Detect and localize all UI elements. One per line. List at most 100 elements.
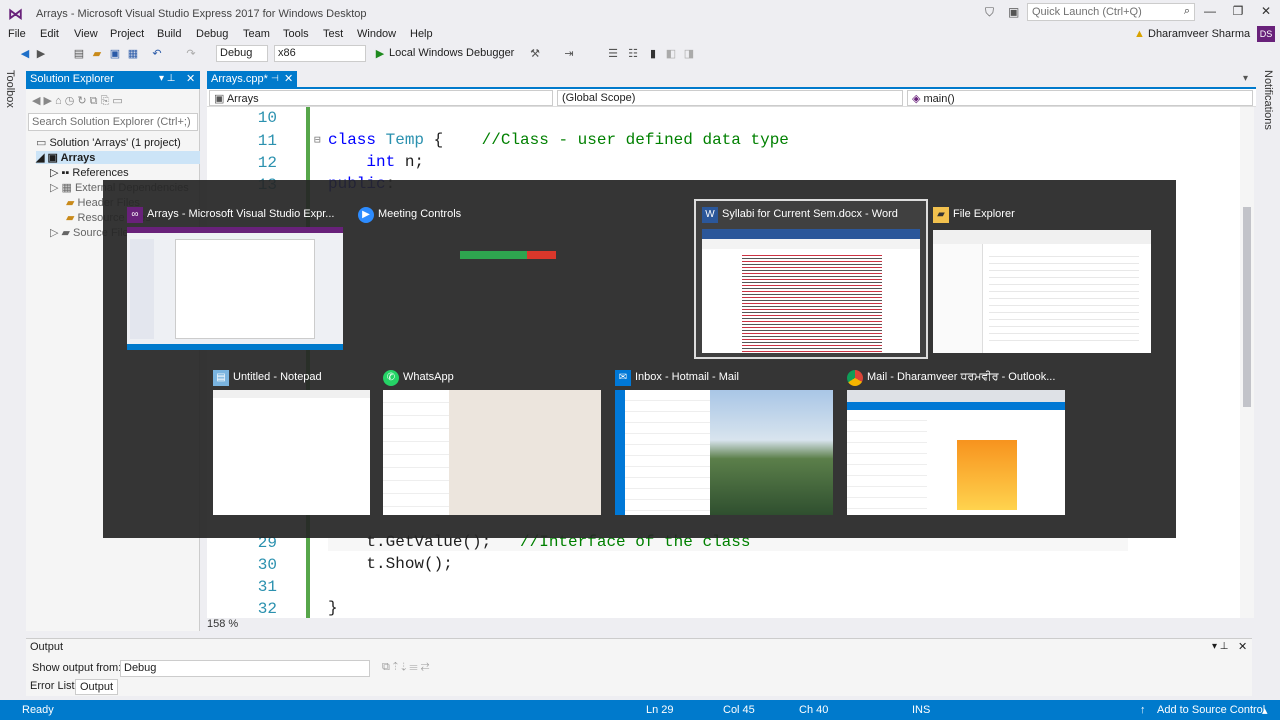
start-debugger-button[interactable]: Local Windows Debugger	[389, 47, 514, 59]
new-project-icon[interactable]: ▤	[72, 47, 86, 61]
next-bookmark-icon[interactable]: ◨	[682, 47, 696, 61]
line-number: 10	[257, 109, 277, 127]
menu-build[interactable]: Build	[157, 28, 181, 40]
bookmark-icon[interactable]: ▮	[646, 47, 660, 61]
menu-edit[interactable]: Edit	[40, 28, 59, 40]
line-number: 11	[257, 132, 277, 150]
tab-error-list[interactable]: Error List	[26, 679, 79, 695]
menu-view[interactable]: View	[74, 28, 98, 40]
switcher-item-file-explorer[interactable]: ▰ File Explorer	[931, 205, 1151, 355]
folder-icon: ▰	[933, 207, 949, 223]
code-line-11: class Temp { //Class - user defined data…	[328, 131, 789, 149]
user-name[interactable]: Dharamveer Sharma	[1148, 28, 1250, 40]
char-indicator: Ch 40	[799, 704, 829, 716]
source-control-button[interactable]: Add to Source Control	[1157, 704, 1265, 716]
close-panel-icon[interactable]: ✕	[186, 72, 195, 85]
warning-icon[interactable]: ▲	[1134, 28, 1145, 40]
tree-project[interactable]: ◢ ▣ Arrays	[36, 151, 200, 164]
back-icon[interactable]: ◀	[18, 47, 32, 61]
output-source-label: Show output from:	[32, 662, 122, 674]
comment-icon[interactable]: ☰	[606, 47, 620, 61]
code-line-32: }	[328, 599, 338, 617]
menu-team[interactable]: Team	[243, 28, 270, 40]
tree-references[interactable]: ▷ ▪▪ References	[50, 166, 129, 179]
project-dropdown[interactable]: ▣ Arrays	[209, 90, 553, 106]
open-file-icon[interactable]: ▰	[90, 47, 104, 61]
menu-file[interactable]: File	[8, 28, 26, 40]
toolbar-tool-icon[interactable]: ⚒	[528, 47, 542, 61]
menu-help[interactable]: Help	[410, 28, 433, 40]
meeting-controls-thumbnail	[460, 251, 556, 259]
maximize-button[interactable]: ❐	[1227, 4, 1249, 20]
output-toolbar-icons[interactable]: ⧉ ⇡ ⇣ ☰ ⇄	[382, 661, 429, 674]
pin-icon[interactable]: ▾ ⊥	[159, 73, 176, 84]
switcher-item-outlook-chrome[interactable]: Mail - Dharamveer ਧਰਮਵੀਰ - Outlook...	[845, 368, 1065, 518]
output-title: Output	[30, 641, 64, 653]
task-switcher: ∞ Arrays - Microsoft Visual Studio Expr.…	[103, 180, 1176, 538]
menu-bar: File Edit View Project Build Debug Team …	[0, 26, 1280, 44]
member-dropdown[interactable]: ◈ main()	[907, 90, 1253, 106]
mail-thumbnail	[615, 390, 833, 515]
menu-debug[interactable]: Debug	[196, 28, 228, 40]
mail-icon: ✉	[615, 370, 631, 386]
switcher-item-mail[interactable]: ✉ Inbox - Hotmail - Mail	[613, 368, 833, 518]
tab-overflow-icon[interactable]: ▾	[1243, 73, 1248, 84]
platform-select[interactable]: x86	[274, 45, 366, 62]
notepad-icon: ▤	[213, 370, 229, 386]
line-number: 12	[257, 154, 277, 172]
scrollbar-thumb[interactable]	[1243, 207, 1251, 407]
visual-studio-icon: ∞	[127, 207, 143, 223]
switcher-item-visual-studio[interactable]: ∞ Arrays - Microsoft Visual Studio Expr.…	[125, 205, 345, 355]
menu-tools[interactable]: Tools	[283, 28, 309, 40]
scope-dropdown[interactable]: (Global Scope)	[557, 90, 903, 106]
switcher-item-word[interactable]: W Syllabi for Current Sem.docx - Word	[694, 199, 928, 359]
bottom-tabs: Error List Output	[26, 678, 326, 696]
upload-icon[interactable]: ↑	[1140, 704, 1146, 716]
avatar[interactable]: DS	[1257, 26, 1275, 42]
solution-search-input[interactable]: Search Solution Explorer (Ctrl+;)	[28, 113, 198, 131]
menu-window[interactable]: Window	[357, 28, 396, 40]
toolbox-rail[interactable]: Toolbox	[0, 66, 24, 636]
close-button[interactable]: ✕	[1255, 4, 1277, 20]
step-icon[interactable]: ⇥	[562, 47, 576, 61]
close-tab-icon[interactable]: ✕	[284, 72, 293, 85]
menu-test[interactable]: Test	[323, 28, 343, 40]
redo-icon[interactable]: ↷	[184, 47, 198, 61]
output-source-select[interactable]: Debug	[120, 660, 370, 677]
solution-toolbar-icons[interactable]: ◀ ▶ ⌂ ◷ ↻ ⧉ ⎘ ▭	[32, 94, 123, 108]
save-icon[interactable]: ▣	[108, 47, 122, 61]
configuration-select[interactable]: Debug	[216, 45, 268, 62]
chrome-icon	[847, 370, 863, 386]
feedback-icon[interactable]: ▣	[1008, 5, 1019, 19]
search-icon: ⌕	[1183, 5, 1190, 17]
filter-icon[interactable]: ⛉	[985, 5, 994, 20]
uncomment-icon[interactable]: ☷	[626, 47, 640, 61]
minimize-button[interactable]: —	[1199, 4, 1221, 20]
switcher-item-meeting-controls[interactable]: ▶ Meeting Controls	[356, 205, 576, 265]
switcher-item-whatsapp[interactable]: ✆ WhatsApp	[381, 368, 601, 518]
pin-tab-icon[interactable]: ⊣	[271, 73, 279, 84]
notepad-thumbnail	[213, 390, 370, 515]
undo-icon[interactable]: ↶	[150, 47, 164, 61]
tree-solution[interactable]: ▭ Solution 'Arrays' (1 project)	[36, 136, 181, 149]
title-bar: ⋈ Arrays - Microsoft Visual Studio Expre…	[0, 0, 1280, 26]
toolbar: ◀ ▶ ▤ ▰ ▣ ▦ ↶ ↷ Debug x86 ▶ Local Window…	[0, 44, 1280, 64]
save-all-icon[interactable]: ▦	[126, 47, 140, 61]
menu-project[interactable]: Project	[110, 28, 144, 40]
insert-mode-indicator: INS	[912, 704, 931, 716]
forward-icon[interactable]: ▶	[34, 47, 48, 61]
quick-launch-input[interactable]: Quick Launch (Ctrl+Q) ⌕	[1027, 3, 1195, 21]
close-output-icon[interactable]: ✕	[1238, 640, 1247, 653]
start-debug-icon[interactable]: ▶	[373, 47, 387, 61]
tab-output[interactable]: Output	[75, 679, 119, 695]
window-title: Arrays - Microsoft Visual Studio Express…	[36, 8, 367, 20]
notifications-rail[interactable]: Notifications	[1256, 66, 1280, 636]
tab-arrays-cpp[interactable]: Arrays.cpp* ⊣ ✕	[207, 71, 297, 88]
collapse-icon[interactable]: ⊟	[314, 133, 321, 147]
zoom-level[interactable]: 158 %	[207, 618, 257, 632]
prev-bookmark-icon[interactable]: ◧	[664, 47, 678, 61]
editor-scrollbar[interactable]	[1240, 107, 1254, 618]
source-control-caret-icon[interactable]: ▴	[1262, 704, 1268, 717]
line-number: 31	[257, 578, 277, 596]
panel-options-icon[interactable]: ▾ ⊥	[1212, 641, 1229, 652]
